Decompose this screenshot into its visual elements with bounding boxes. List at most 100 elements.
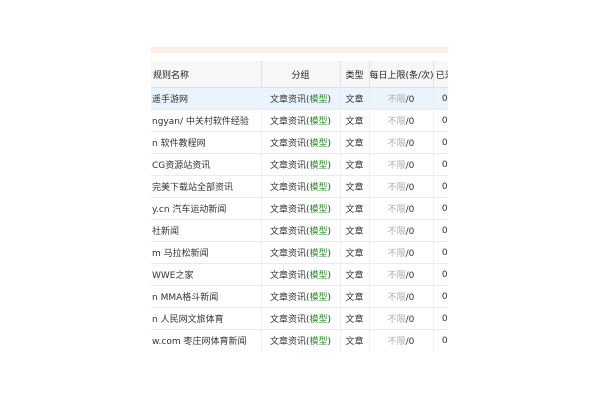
model-link[interactable]: 模型 (310, 293, 328, 303)
type-label: 文章 (345, 271, 364, 281)
column-header-collected[interactable]: 已采 (432, 61, 448, 88)
group-cell: 文章资讯(模型) (260, 175, 340, 198)
daily-limit-cell: 不限/0 (368, 87, 433, 110)
rule-name-cell[interactable]: n MMA格斗新闻 (151, 285, 261, 308)
group-label: 文章资讯 (269, 337, 306, 347)
table-header-row: 规则名称 分组 类型 每日上限(条/次) 已采 (151, 61, 448, 88)
type-label: 文章 (345, 183, 364, 193)
table-row[interactable]: n 软件教程网 文章资讯(模型) 文章 不限/0 0 (151, 131, 448, 154)
model-link[interactable]: 模型 (310, 249, 328, 259)
type-cell: 文章 (339, 307, 369, 330)
rule-name-cell[interactable]: CG资源站资讯 (151, 153, 261, 176)
type-label: 文章 (345, 95, 364, 105)
type-label: 文章 (345, 315, 364, 325)
type-label: 文章 (345, 117, 364, 127)
daily-limit-cell: 不限/0 (368, 109, 433, 132)
rule-name-cell[interactable]: n 人民网文旅体育 (151, 307, 261, 330)
model-link[interactable]: 模型 (310, 205, 328, 215)
model-link[interactable]: 模型 (310, 315, 328, 325)
rule-name-cell[interactable]: 社新闻 (151, 219, 261, 242)
table-row[interactable]: WWE之家 文章资讯(模型) 文章 不限/0 0 (151, 263, 448, 286)
type-cell: 文章 (339, 153, 369, 176)
used-count: /0 (405, 117, 415, 127)
rule-name: 遥手游网 (152, 95, 189, 105)
rule-name-cell[interactable]: y.cn 汽车运动新闻 (151, 197, 261, 220)
table-row[interactable]: CG资源站资讯 文章资讯(模型) 文章 不限/0 0 (151, 153, 448, 176)
rule-name-cell[interactable]: ngyan/ 中关村软件经验 (151, 109, 261, 132)
collected-cell: 0 (432, 307, 448, 330)
column-header-type[interactable]: 类型 (339, 61, 369, 88)
model-link[interactable]: 模型 (310, 117, 328, 127)
group-cell: 文章资讯(模型) (260, 329, 340, 351)
daily-limit-cell: 不限/0 (368, 263, 433, 286)
rules-table: 规则名称 分组 类型 每日上限(条/次) 已采 遥手游网文章资讯(模型)文章不限… (151, 61, 448, 351)
type-label: 文章 (345, 161, 364, 171)
daily-limit-cell: 不限/0 (368, 197, 433, 220)
collected-cell: 0 (432, 241, 448, 264)
rule-name-cell[interactable]: w.com 枣庄网体育新闻 (151, 329, 261, 351)
type-cell: 文章 (339, 197, 369, 220)
daily-limit-cell: 不限/0 (368, 219, 433, 242)
model-link[interactable]: 模型 (310, 227, 328, 237)
model-link[interactable]: 模型 (310, 183, 328, 193)
collected-cell: 0 (432, 285, 448, 308)
rule-name: n MMA格斗新闻 (152, 293, 219, 303)
model-link[interactable]: 模型 (310, 271, 328, 281)
limit-value: 不限 (387, 249, 406, 259)
table-row[interactable]: w.com 枣庄网体育新闻 文章资讯(模型) 文章 不限/0 0 (151, 329, 448, 351)
column-header-group[interactable]: 分组 (260, 61, 340, 88)
table-row[interactable]: y.cn 汽车运动新闻 文章资讯(模型) 文章 不限/0 0 (151, 197, 448, 220)
used-count: /0 (405, 271, 415, 281)
collected-count: 0 (441, 115, 448, 126)
rule-name-cell[interactable]: m 马拉松新闻 (151, 241, 261, 264)
limit-value: 不限 (387, 315, 406, 325)
group-cell: 文章资讯(模型) (260, 153, 340, 176)
rule-name: n 软件教程网 (152, 139, 206, 149)
collected-count: 0 (441, 225, 448, 236)
type-cell: 文章 (339, 219, 369, 242)
type-label: 文章 (345, 205, 364, 215)
collected-count: 0 (441, 159, 448, 170)
group-label: 文章资讯 (269, 117, 306, 127)
type-label: 文章 (345, 337, 364, 347)
rule-name-cell[interactable]: 遥手游网 (151, 87, 261, 110)
rule-name-cell[interactable]: 完美下载站全部资讯 (151, 175, 261, 198)
model-link[interactable]: 模型 (310, 337, 328, 347)
rule-name-cell[interactable]: n 软件教程网 (151, 131, 261, 154)
used-count: /0 (405, 161, 415, 171)
column-header-daily-limit[interactable]: 每日上限(条/次) (368, 61, 433, 88)
table-row[interactable]: ngyan/ 中关村软件经验 文章资讯(模型) 文章 不限/0 0 (151, 109, 448, 132)
group-label: 文章资讯 (269, 183, 306, 193)
type-cell: 文章 (339, 131, 369, 154)
table-row[interactable]: n MMA格斗新闻 文章资讯(模型) 文章 不限/0 0 (151, 285, 448, 308)
group-cell: 文章资讯(模型) (260, 285, 340, 308)
type-label: 文章 (345, 227, 364, 237)
used-count: /0 (405, 139, 415, 149)
group-label: 文章资讯 (269, 293, 306, 303)
rule-name-cell[interactable]: WWE之家 (151, 263, 261, 286)
model-link[interactable]: 模型 (310, 161, 328, 171)
group-label: 文章资讯 (269, 271, 306, 281)
collected-cell: 0 (432, 329, 448, 351)
table-row[interactable]: m 马拉松新闻 文章资讯(模型) 文章 不限/0 0 (151, 241, 448, 264)
model-link[interactable]: 模型 (310, 95, 328, 105)
table-row[interactable]: n 人民网文旅体育 文章资讯(模型) 文章 不限/0 0 (151, 307, 448, 330)
table-row[interactable]: 遥手游网 文章资讯(模型) 文章 不限/0 0 (151, 87, 448, 110)
group-cell: 文章资讯(模型) (260, 219, 340, 242)
used-count: /0 (405, 183, 415, 193)
group-label: 文章资讯 (269, 161, 306, 171)
used-count: /0 (405, 337, 415, 347)
collected-count: 0 (441, 291, 448, 302)
rule-name: w.com 枣庄网体育新闻 (152, 337, 247, 347)
table-row[interactable]: 社新闻 文章资讯(模型) 文章 不限/0 0 (151, 219, 448, 242)
group-cell: 文章资讯(模型) (260, 241, 340, 264)
table-row[interactable]: 完美下载站全部资讯 文章资讯(模型) 文章 不限/0 0 (151, 175, 448, 198)
used-count: /0 (405, 95, 415, 105)
model-link[interactable]: 模型 (310, 139, 328, 149)
type-cell: 文章 (339, 241, 369, 264)
group-label: 文章资讯 (269, 227, 306, 237)
collected-count: 0 (441, 203, 448, 214)
column-header-name[interactable]: 规则名称 (151, 61, 261, 88)
used-count: /0 (405, 205, 415, 215)
collected-count: 0 (441, 313, 448, 324)
